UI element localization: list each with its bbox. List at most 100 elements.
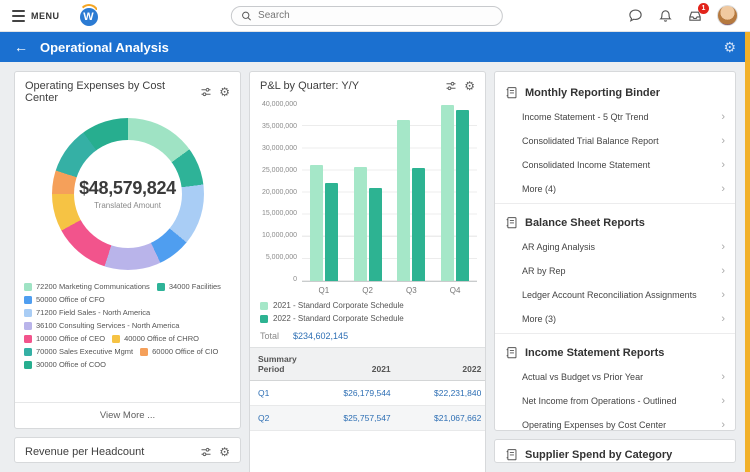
section-monthly-reporting-binder: Monthly Reporting Binder Income Statemen…: [495, 74, 735, 203]
inbox-icon[interactable]: 1: [687, 2, 709, 24]
card-gear-icon[interactable]: ⚙: [219, 86, 230, 98]
legend-item: 10000 Office of CEO: [24, 334, 105, 343]
list-item[interactable]: Ledger Account Reconciliation Assignment…: [495, 283, 735, 307]
bar[interactable]: [441, 105, 455, 281]
cell-period[interactable]: Q2: [250, 405, 308, 431]
menu-label: MENU: [31, 10, 60, 21]
profile-avatar[interactable]: [717, 5, 738, 26]
list-item[interactable]: Income Statement - 5 Qtr Trend ›: [495, 105, 735, 129]
list-item[interactable]: AR by Rep ›: [495, 259, 735, 283]
more-link[interactable]: More (4) ›: [495, 177, 735, 201]
search-input[interactable]: [258, 10, 493, 21]
card-report-sections: Monthly Reporting Binder Income Statemen…: [494, 71, 736, 431]
topbar: MENU W 1: [0, 0, 750, 32]
list-item[interactable]: AR Aging Analysis ›: [495, 235, 735, 259]
list-item[interactable]: Net Income from Operations - Outlined ›: [495, 389, 735, 413]
list-item[interactable]: Consolidated Income Statement ›: [495, 153, 735, 177]
menu-button[interactable]: MENU: [12, 9, 60, 22]
bar[interactable]: [456, 110, 470, 281]
legend-label: 34000 Facilities: [168, 282, 221, 291]
inbox-badge: 1: [698, 2, 709, 14]
pnl-plot: [302, 104, 477, 282]
chevron-right-icon: ›: [721, 134, 725, 147]
legend-swatch: [260, 301, 268, 310]
legend-item: 60000 Office of CIO: [140, 347, 218, 356]
edge-accent-stripe: [745, 32, 750, 472]
legend-label: 36100 Consulting Services - North Americ…: [36, 321, 180, 330]
legend-label: 60000 Office of CIO: [152, 347, 219, 356]
legend-item: 72200 Marketing Communications: [24, 282, 150, 291]
middle-column: P&L by Quarter: Y/Y ⚙ 40,000,000 35,000,0…: [249, 71, 486, 472]
page-settings-gear-icon[interactable]: ⚙: [723, 40, 736, 54]
legend-swatch: [24, 295, 32, 304]
card-gear-icon[interactable]: ⚙: [219, 446, 230, 458]
pnl-yticks: 40,000,000 35,000,000 30,000,000 25,000,000…: [256, 101, 302, 283]
list-item-label: AR Aging Analysis: [522, 242, 596, 252]
legend-label: 30000 Office of COO: [36, 360, 106, 369]
cell-2021[interactable]: $26,179,544: [308, 380, 399, 406]
cell-2022[interactable]: $22,231,840: [398, 380, 485, 406]
card-gear-icon[interactable]: ⚙: [464, 80, 475, 92]
section-title: Income Statement Reports: [525, 346, 665, 359]
legend-item: 36100 Consulting Services - North Americ…: [24, 321, 179, 330]
col-header-2021: 2021: [308, 348, 399, 381]
section-balance-sheet-reports: Balance Sheet Reports AR Aging Analysis ›…: [495, 203, 735, 333]
page-header: ← Operational Analysis ⚙: [0, 32, 750, 62]
total-value[interactable]: $234,602,145: [293, 331, 348, 341]
bar-group-q4: [441, 104, 470, 281]
opex-donut-chart[interactable]: $48,579,824 Translated Amount: [51, 118, 204, 270]
view-more-link[interactable]: View More ...: [15, 402, 240, 428]
legend-swatch: [24, 334, 32, 343]
search-icon: [242, 11, 251, 21]
binder-icon: [506, 449, 517, 461]
cell-2022[interactable]: $21,067,662: [398, 405, 485, 431]
back-button[interactable]: ←: [14, 40, 28, 54]
list-item-label: AR by Rep: [522, 266, 566, 276]
bar[interactable]: [397, 119, 411, 281]
legend-swatch: [24, 308, 32, 317]
pnl-legend: 2021 - Standard Corporate Schedule 2022 …: [250, 297, 485, 325]
logo-letter: W: [79, 7, 98, 26]
chevron-right-icon: ›: [721, 240, 725, 253]
section-title: Balance Sheet Reports: [525, 216, 645, 229]
list-item[interactable]: Actual vs Budget vs Prior Year ›: [495, 365, 735, 389]
pnl-bar-chart: 40,000,000 35,000,000 30,000,000 25,000,000…: [250, 98, 485, 283]
section-title: Monthly Reporting Binder: [525, 86, 661, 99]
chevron-right-icon: ›: [721, 370, 725, 383]
chevron-right-icon: ›: [721, 312, 725, 325]
hamburger-icon: [12, 9, 25, 22]
bar[interactable]: [412, 167, 426, 281]
bar[interactable]: [324, 182, 338, 281]
more-link[interactable]: More (3) ›: [495, 307, 735, 331]
card-supplier-spend: Supplier Spend by Category: [494, 439, 736, 463]
table-header-row: Summary Period 2021 2022 Total: [250, 348, 485, 381]
list-item[interactable]: Consolidated Trial Balance Report ›: [495, 129, 735, 153]
legend-label: 71200 Field Sales - North America: [36, 308, 151, 317]
cell-2021[interactable]: $25,757,547: [308, 405, 399, 431]
legend-swatch: [112, 334, 121, 343]
filter-sliders-icon[interactable]: [445, 80, 457, 92]
cell-period[interactable]: Q1: [250, 380, 308, 406]
x-axis-label: Q4: [449, 286, 461, 295]
card-pnl-by-quarter: P&L by Quarter: Y/Y ⚙ 40,000,000 35,000,0…: [249, 71, 486, 472]
legend-swatch: [260, 314, 268, 323]
bar[interactable]: [309, 165, 323, 281]
search-bar[interactable]: [230, 5, 503, 26]
workday-logo[interactable]: W: [78, 3, 102, 28]
list-item-label: Actual vs Budget vs Prior Year: [522, 372, 644, 382]
y-axis-label: 5,000,000: [265, 254, 297, 262]
bar[interactable]: [368, 187, 382, 281]
list-item-label: Operating Expenses by Cost Center: [522, 420, 667, 430]
list-item-label: Net Income from Operations - Outlined: [522, 396, 677, 406]
filter-sliders-icon[interactable]: [200, 446, 212, 458]
section-income-statement-reports: Income Statement Reports Actual vs Budge…: [495, 333, 735, 430]
filter-sliders-icon[interactable]: [200, 86, 212, 98]
table-row: Q2 $25,757,547 $21,067,662 $46,825,209: [250, 405, 485, 431]
list-item[interactable]: Operating Expenses by Cost Center ›: [495, 413, 735, 430]
bar[interactable]: [353, 167, 367, 281]
chat-icon[interactable]: [627, 8, 643, 24]
x-axis-label: Q1: [318, 286, 330, 295]
notifications-bell-icon[interactable]: [657, 8, 673, 24]
legend-item: 2022 - Standard Corporate Schedule: [260, 314, 475, 323]
col-header-2022: 2022: [398, 348, 485, 381]
